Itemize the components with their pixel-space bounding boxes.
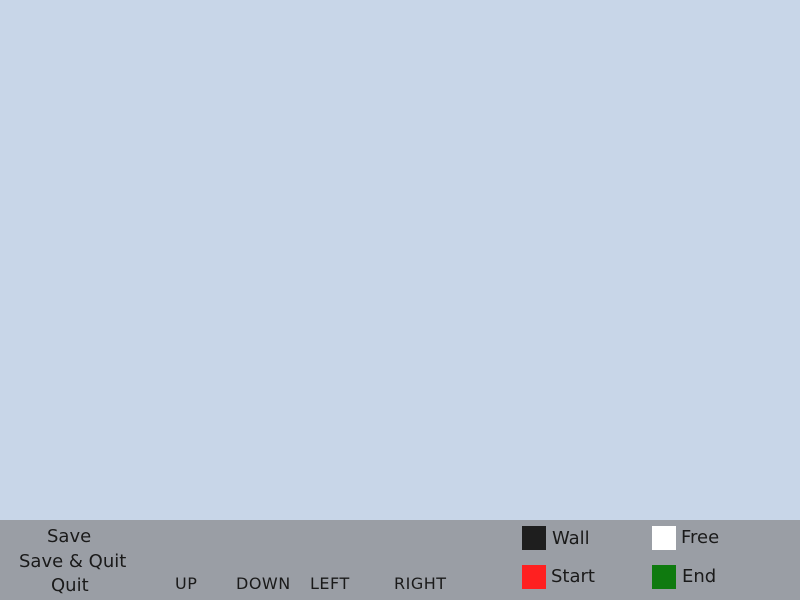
- bottom-toolbar: Save Save & Quit Quit UP DOWN LEFT RIGHT…: [0, 520, 800, 600]
- maze-canvas[interactable]: [0, 0, 800, 520]
- quit-button[interactable]: Quit: [51, 575, 89, 597]
- right-button[interactable]: RIGHT: [394, 574, 447, 594]
- save-and-quit-button[interactable]: Save & Quit: [19, 551, 126, 573]
- wall-label: Wall: [552, 528, 590, 549]
- maze-editor-window: Save Save & Quit Quit UP DOWN LEFT RIGHT…: [0, 0, 800, 600]
- up-button[interactable]: UP: [175, 574, 197, 594]
- start-swatch[interactable]: [522, 565, 546, 589]
- end-label: End: [682, 566, 717, 587]
- down-button[interactable]: DOWN: [236, 574, 291, 594]
- end-swatch[interactable]: [652, 565, 676, 589]
- save-button[interactable]: Save: [47, 526, 91, 548]
- wall-swatch[interactable]: [522, 526, 546, 550]
- start-label: Start: [551, 566, 595, 587]
- free-label: Free: [681, 527, 720, 548]
- left-button[interactable]: LEFT: [310, 574, 350, 594]
- free-swatch[interactable]: [652, 526, 676, 550]
